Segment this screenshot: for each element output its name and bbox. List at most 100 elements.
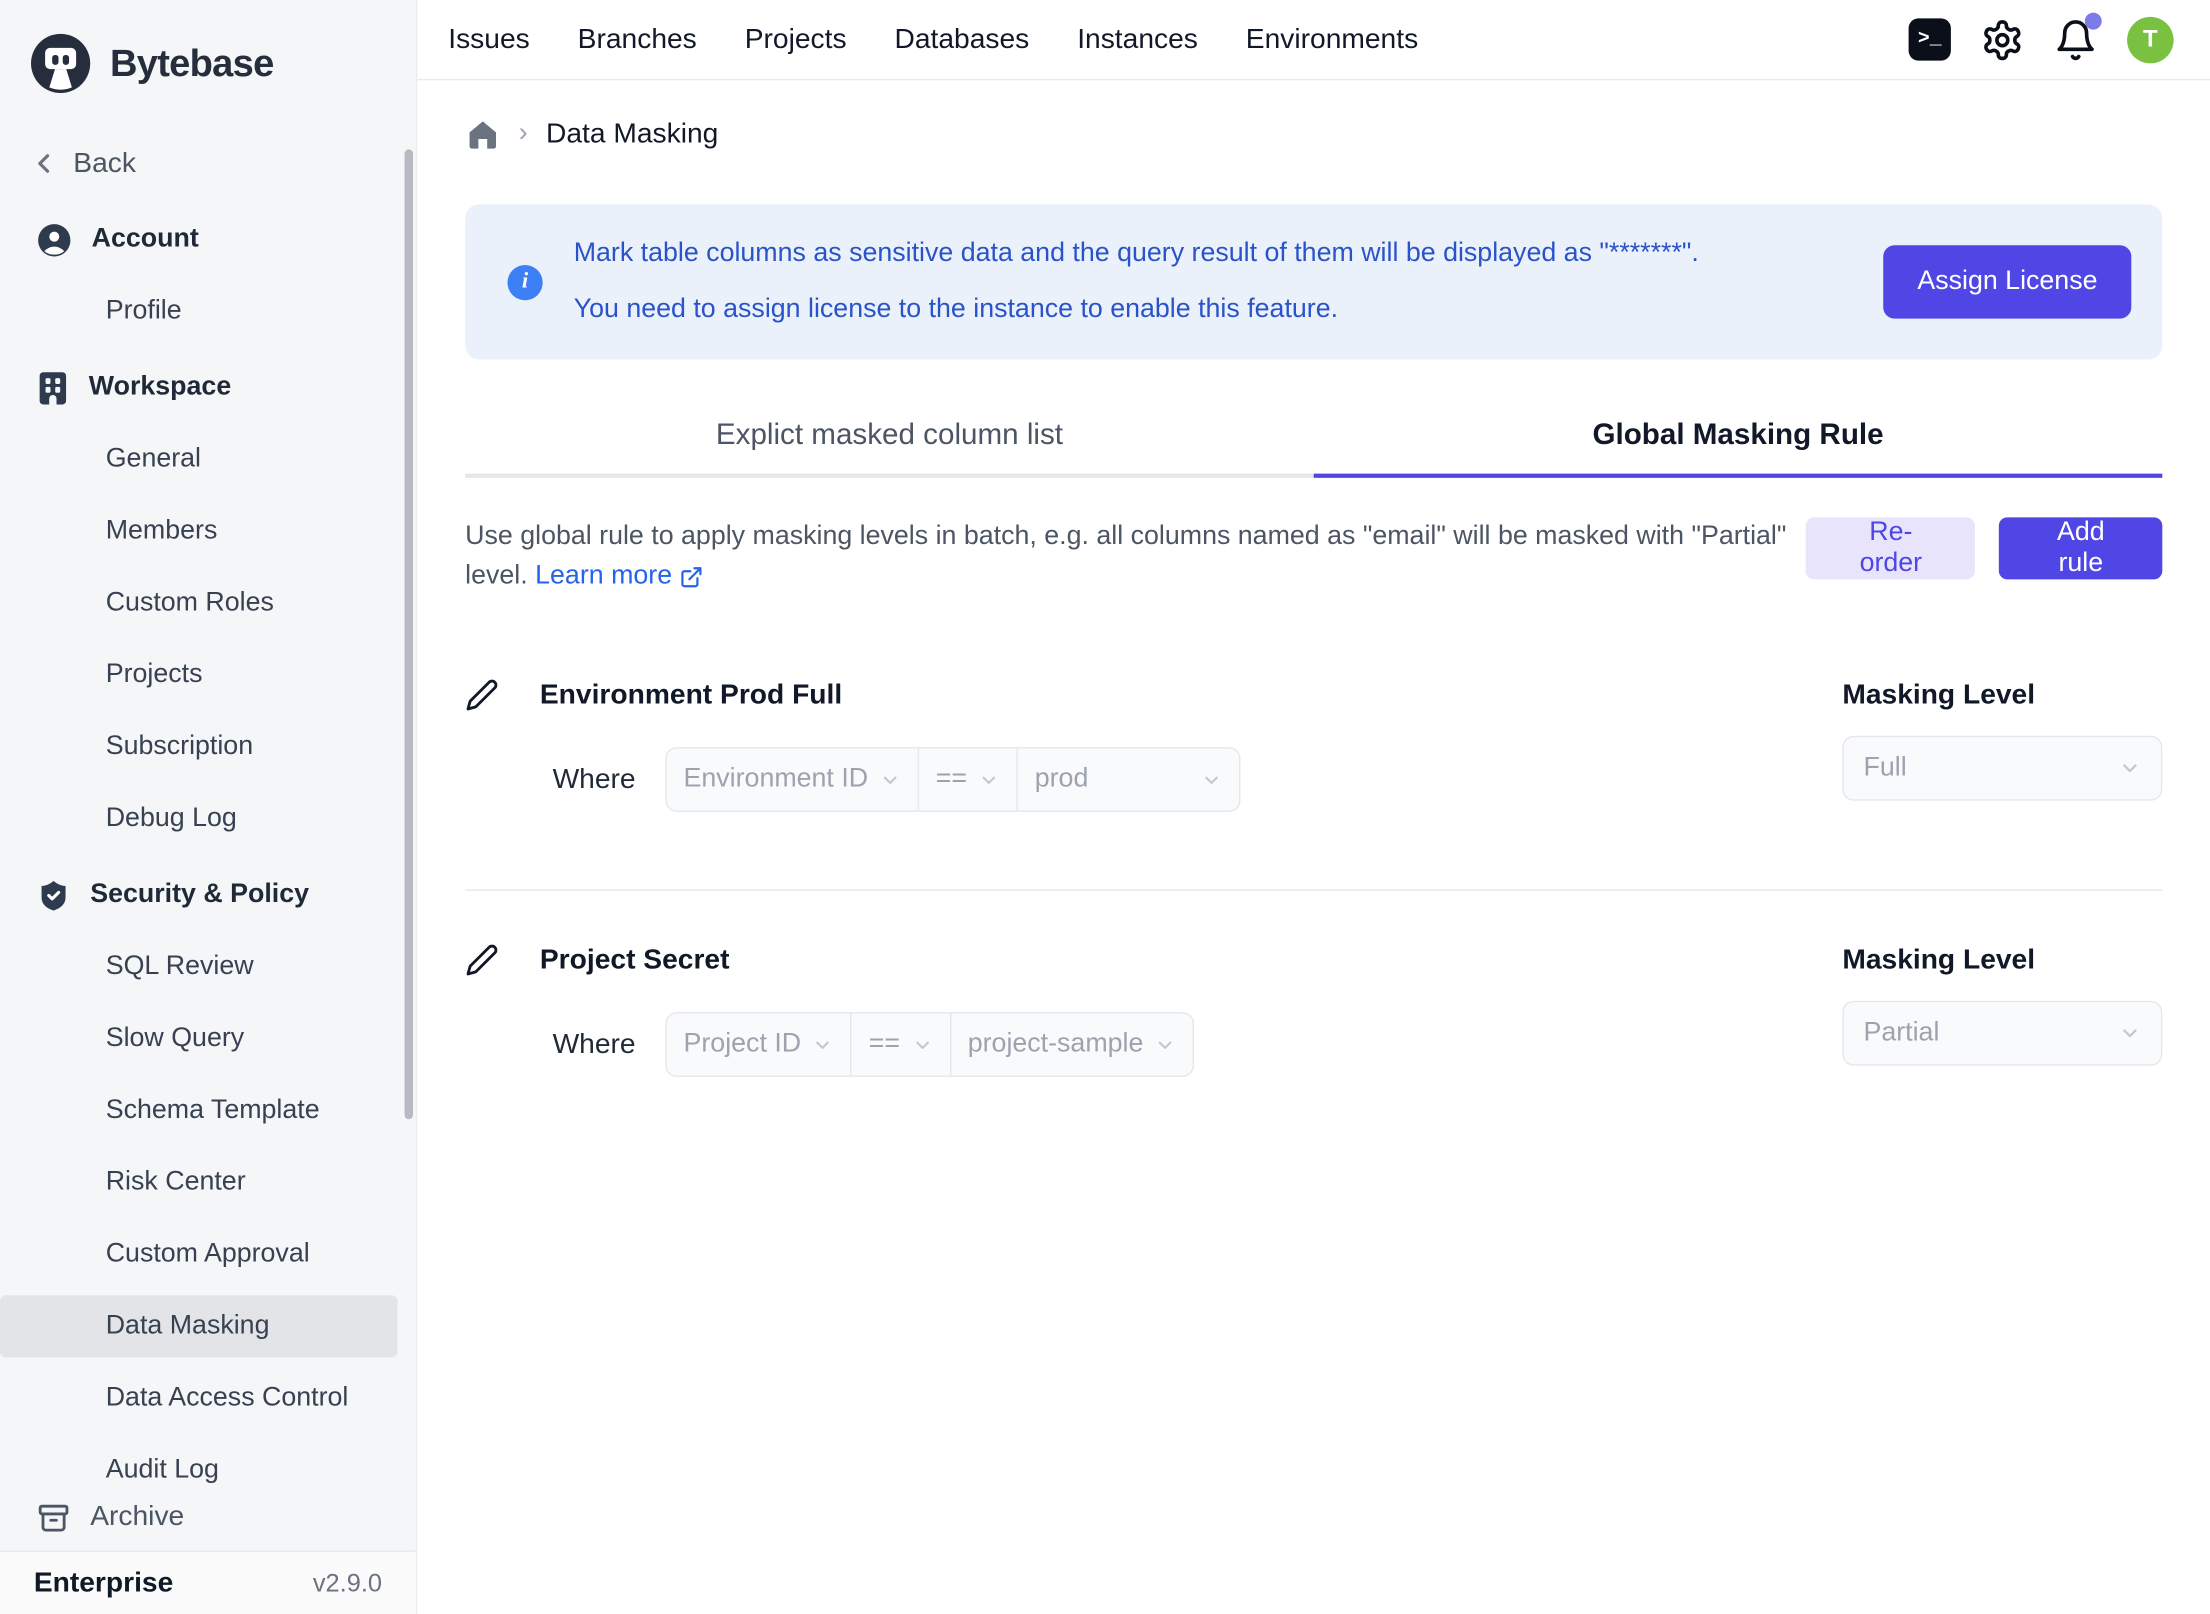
sidebar-item-profile[interactable]: Profile	[0, 281, 398, 343]
back-label: Back	[73, 147, 136, 179]
avatar[interactable]: T	[2127, 16, 2174, 63]
sidebar-scrollbar[interactable]	[405, 149, 413, 1119]
sidebar-item-projects[interactable]: Projects	[0, 644, 398, 706]
learn-more-link[interactable]: Learn more	[535, 557, 703, 596]
masking-level-value: Full	[1863, 753, 1906, 784]
condition-field-select[interactable]: Environment ID	[667, 748, 918, 810]
archive-icon	[37, 1501, 71, 1535]
condition-operator-select[interactable]: ==	[917, 748, 1016, 810]
reorder-button[interactable]: Re-order	[1806, 517, 1975, 579]
logo[interactable]: Bytebase	[0, 0, 416, 101]
terminal-icon[interactable]: >_	[1909, 18, 1951, 60]
where-label: Where	[553, 763, 636, 795]
assign-license-button[interactable]: Assign License	[1884, 245, 2132, 318]
sidebar-item-debug-log[interactable]: Debug Log	[0, 788, 398, 850]
masking-level-value: Partial	[1863, 1018, 1939, 1049]
condition-operator-value: ==	[869, 1029, 900, 1060]
home-icon[interactable]	[465, 116, 500, 151]
external-link-icon	[679, 565, 703, 589]
tab-global-masking-rule[interactable]: Global Masking Rule	[1314, 359, 2163, 477]
section-label: Account	[92, 224, 199, 255]
chevron-down-icon	[1201, 769, 1222, 790]
masking-level-label: Masking Level	[1842, 940, 2162, 979]
app-window: Bytebase Back Account Profile	[0, 0, 2210, 1614]
nav-item-databases[interactable]: Databases	[894, 23, 1029, 55]
sidebar-item-custom-approval[interactable]: Custom Approval	[0, 1224, 398, 1286]
archive-label: Archive	[90, 1501, 184, 1533]
settings-gear-icon[interactable]	[1980, 18, 2024, 62]
chevron-left-icon	[28, 148, 59, 179]
chevron-down-icon	[911, 1034, 932, 1055]
where-condition-group: Environment ID == prod	[665, 747, 1240, 812]
breadcrumb-separator: ›	[519, 118, 528, 149]
section-header-security-policy: Security & Policy	[37, 864, 405, 926]
sidebar-item-members[interactable]: Members	[0, 500, 398, 562]
nav-item-issues[interactable]: Issues	[448, 23, 529, 55]
condition-value-select[interactable]: prod	[1016, 748, 1239, 810]
sidebar-item-data-access-control[interactable]: Data Access Control	[0, 1367, 398, 1429]
condition-value-select[interactable]: project-sample	[949, 1014, 1192, 1076]
masking-rule-environment-prod-full: Environment Prod Full Where Environment …	[465, 675, 2162, 812]
bell-icon[interactable]	[2054, 18, 2098, 62]
banner-line-2: You need to assign license to the instan…	[574, 282, 1884, 338]
sidebar-item-sql-review[interactable]: SQL Review	[0, 936, 398, 998]
rule-left: Project Secret Where Project ID ==	[465, 940, 1842, 1077]
pencil-icon[interactable]	[465, 678, 499, 712]
condition-field-value: Project ID	[684, 1029, 802, 1060]
bytebase-logo-icon	[28, 31, 93, 96]
condition-field-value: Environment ID	[684, 764, 869, 795]
back-button[interactable]: Back	[28, 133, 404, 195]
toolbar-buttons: Re-order Add rule	[1806, 517, 2162, 579]
sidebar-item-risk-center[interactable]: Risk Center	[0, 1152, 398, 1214]
sidebar: Bytebase Back Account Profile	[0, 0, 417, 1614]
nav-item-projects[interactable]: Projects	[745, 23, 847, 55]
breadcrumb: › Data Masking	[465, 114, 2162, 153]
user-icon	[37, 222, 72, 257]
notification-badge	[2085, 12, 2102, 29]
top-navbar: Issues Branches Projects Databases Insta…	[417, 0, 2210, 80]
sidebar-item-archive[interactable]: Archive	[0, 1484, 416, 1550]
where-row: Where Environment ID == prod	[553, 747, 1843, 812]
sidebar-item-audit-log[interactable]: Audit Log	[0, 1439, 398, 1484]
navbar-links: Issues Branches Projects Databases Insta…	[448, 23, 1418, 55]
rule-left: Environment Prod Full Where Environment …	[465, 675, 1842, 812]
info-icon: i	[507, 264, 542, 299]
pencil-icon[interactable]	[465, 943, 499, 977]
nav-item-branches[interactable]: Branches	[578, 23, 697, 55]
tab-explicit-masked-column-list[interactable]: Explict masked column list	[465, 359, 1314, 477]
sidebar-item-data-masking[interactable]: Data Masking	[0, 1295, 398, 1357]
rule-divider	[465, 889, 2162, 890]
app-version: v2.9.0	[313, 1568, 382, 1598]
condition-operator-select[interactable]: ==	[850, 1014, 949, 1076]
sidebar-item-schema-template[interactable]: Schema Template	[0, 1080, 398, 1142]
sidebar-item-subscription[interactable]: Subscription	[0, 716, 398, 778]
main-area: Issues Branches Projects Databases Insta…	[417, 0, 2210, 1614]
chevron-down-icon	[2119, 757, 2142, 780]
sidebar-nav: Back Account Profile	[0, 101, 416, 1484]
rule-header: Environment Prod Full	[465, 675, 1842, 714]
where-row: Where Project ID == project-sa	[553, 1012, 1843, 1077]
rule-header: Project Secret	[465, 940, 1842, 979]
license-banner: i Mark table columns as sensitive data a…	[465, 204, 2162, 359]
nav-item-environments[interactable]: Environments	[1246, 23, 1418, 55]
section-header-account: Account	[37, 209, 405, 271]
masking-level-label: Masking Level	[1842, 675, 2162, 714]
building-icon	[37, 370, 69, 405]
shield-check-icon	[37, 877, 71, 912]
add-rule-button[interactable]: Add rule	[1999, 517, 2162, 579]
chevron-down-icon	[812, 1034, 833, 1055]
sidebar-item-custom-roles[interactable]: Custom Roles	[0, 572, 398, 634]
sidebar-item-slow-query[interactable]: Slow Query	[0, 1008, 398, 1070]
condition-field-select[interactable]: Project ID	[667, 1014, 851, 1076]
page-content: › Data Masking i Mark table columns as s…	[417, 80, 2210, 1614]
rule-toolbar: Use global rule to apply masking levels …	[465, 517, 2162, 596]
section-label: Security & Policy	[90, 880, 309, 911]
masking-level-select[interactable]: Partial	[1842, 1001, 2162, 1066]
section-header-workspace: Workspace	[37, 357, 405, 419]
masking-level-select[interactable]: Full	[1842, 736, 2162, 801]
nav-item-instances[interactable]: Instances	[1077, 23, 1198, 55]
section-label: Workspace	[89, 372, 231, 403]
navbar-icons: >_ T	[1909, 16, 2174, 63]
sidebar-item-general[interactable]: General	[0, 429, 398, 491]
masking-rule-project-secret: Project Secret Where Project ID ==	[465, 940, 2162, 1077]
